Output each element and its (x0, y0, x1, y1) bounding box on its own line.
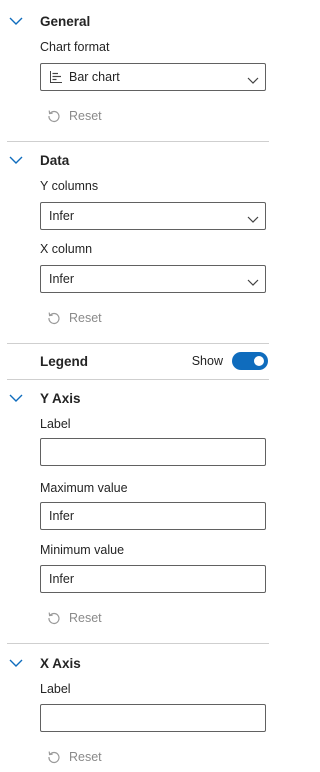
reset-label: Reset (69, 109, 102, 123)
y-axis-reset-button[interactable]: Reset (46, 609, 102, 627)
x-axis-label-label: Label (40, 682, 71, 696)
y-axis-max-input[interactable]: Infer (40, 502, 266, 530)
chevron-down-icon (247, 275, 259, 286)
chart-format-value: Bar chart (69, 70, 120, 84)
x-column-label: X column (40, 242, 93, 256)
reset-label: Reset (69, 750, 102, 764)
x-axis-section-title: X Axis (40, 655, 81, 671)
section-divider (7, 343, 269, 344)
x-column-value: Infer (49, 272, 75, 286)
reset-icon (46, 310, 62, 326)
y-axis-min-input[interactable]: Infer (40, 565, 266, 593)
y-axis-label-label: Label (40, 417, 71, 431)
x-column-dropdown[interactable]: Infer (40, 265, 266, 293)
y-axis-min-label: Minimum value (40, 543, 125, 557)
y-columns-value: Infer (49, 209, 75, 223)
y-axis-min-placeholder: Infer (49, 572, 75, 586)
section-divider (7, 379, 269, 380)
legend-toggle-switch[interactable] (232, 352, 268, 370)
reset-icon (46, 108, 62, 124)
chart-format-label: Chart format (40, 40, 110, 54)
chevron-down-icon (9, 658, 23, 668)
data-section-title: Data (40, 152, 70, 168)
chart-settings-panel: General Chart format Bar chart Reset Dat… (0, 0, 279, 772)
reset-label: Reset (69, 311, 102, 325)
y-axis-max-placeholder: Infer (49, 509, 75, 523)
data-reset-button[interactable]: Reset (46, 309, 102, 327)
y-columns-dropdown[interactable]: Infer (40, 202, 266, 230)
legend-toggle-label: Show (191, 354, 223, 368)
y-axis-section-header[interactable]: Y Axis (0, 387, 279, 409)
x-axis-label-input[interactable] (40, 704, 266, 732)
chevron-down-icon (9, 16, 23, 26)
chevron-down-icon (9, 155, 23, 165)
chevron-down-icon (9, 393, 23, 403)
reset-icon (46, 610, 62, 626)
data-section-header[interactable]: Data (0, 149, 279, 171)
y-axis-max-label: Maximum value (40, 481, 128, 495)
reset-label: Reset (69, 611, 102, 625)
chevron-down-icon (247, 73, 259, 84)
y-columns-label: Y columns (40, 179, 99, 193)
x-axis-section-header[interactable]: X Axis (0, 652, 279, 674)
chevron-down-icon (247, 212, 259, 223)
general-reset-button[interactable]: Reset (46, 107, 102, 125)
general-section-header[interactable]: General (0, 10, 279, 32)
y-axis-section-title: Y Axis (40, 390, 81, 406)
legend-toggle-group: Show (192, 352, 268, 370)
toggle-knob (254, 356, 264, 366)
y-axis-label-input[interactable] (40, 438, 266, 466)
bar-chart-icon (49, 70, 63, 84)
section-divider (7, 643, 269, 644)
reset-icon (46, 749, 62, 765)
legend-section-title: Legend (40, 353, 89, 369)
section-divider (7, 141, 269, 142)
legend-section-header: Legend Show (0, 350, 279, 372)
general-section-title: General (40, 13, 91, 29)
x-axis-reset-button[interactable]: Reset (46, 748, 102, 766)
chart-format-dropdown[interactable]: Bar chart (40, 63, 266, 91)
